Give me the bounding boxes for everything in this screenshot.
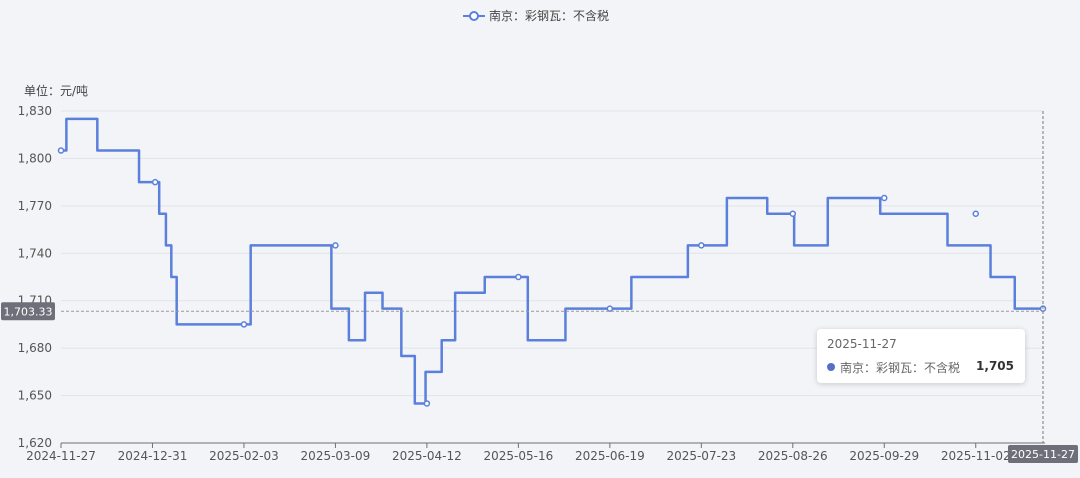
x-tick-label: 2025-04-12: [392, 449, 462, 463]
y-tick-label: 1,740: [18, 246, 52, 260]
x-tick-label: 2025-05-16: [483, 449, 553, 463]
line-chart: 南京：彩钢瓦：不含税 单位：元/吨 1,6201,6501,6801,7101,…: [1, 8, 1078, 463]
y-tick-label: 1,770: [18, 199, 52, 213]
series-point: [57, 147, 65, 154]
y-axis-unit-label: 单位：元/吨: [24, 83, 88, 98]
series-point: [881, 194, 888, 202]
legend-label: 南京：彩钢瓦：不含税: [489, 8, 609, 23]
y-tick-label: 1,800: [18, 151, 52, 165]
tooltip-series-name: 南京：彩钢瓦：不含税: [840, 361, 961, 375]
y-axis-ticks: 1,6201,6501,6801,7101,7401,7701,8001,830: [18, 104, 52, 450]
series-point: [151, 178, 159, 186]
tooltip-date: 2025-11-27: [827, 337, 897, 351]
y-tick-label: 1,620: [18, 436, 52, 450]
x-tick-label: 2024-12-31: [118, 449, 188, 463]
x-tick-label: 2025-06-19: [575, 449, 645, 463]
pointer-y-label: 1,703.33: [1, 302, 55, 321]
series-point: [606, 305, 614, 312]
series-point: [698, 242, 705, 249]
series-point: [240, 321, 248, 328]
pointer-x-label-text: 2025-11-27: [1011, 448, 1075, 461]
tooltip-value: 1,705: [976, 359, 1014, 373]
x-tick-label: 2025-07-23: [666, 449, 736, 463]
tooltip-series-dot-icon: [827, 363, 835, 371]
axis-pointer: 1,703.33 2025-11-27: [1, 111, 1078, 463]
series-point: [423, 400, 431, 407]
x-tick-label: 2024-11-27: [26, 449, 96, 463]
series-point: [972, 210, 979, 218]
x-tick-label: 2025-08-26: [758, 449, 828, 463]
tooltip: 2025-11-27 南京：彩钢瓦：不含税 1,705: [817, 329, 1025, 383]
series-point: [332, 242, 339, 249]
x-tick-label: 2025-11-02: [941, 449, 1011, 463]
series-point: [515, 273, 522, 281]
y-tick-label: 1,680: [18, 341, 52, 355]
x-tick-label: 2025-02-03: [209, 449, 279, 463]
x-tick-label: 2025-03-09: [301, 449, 371, 463]
legend[interactable]: 南京：彩钢瓦：不含税: [463, 8, 609, 23]
pointer-y-label-text: 1,703.33: [4, 305, 53, 318]
legend-marker-icon: [469, 11, 479, 21]
series-point: [789, 210, 797, 218]
y-tick-label: 1,650: [18, 389, 52, 403]
x-tick-label: 2025-09-29: [849, 449, 919, 463]
x-axis-ticks: 2024-11-27 2024-12-31 2025-02-03 2025-03-09…: [26, 443, 1011, 463]
pointer-x-label: 2025-11-27: [1008, 445, 1078, 463]
y-tick-label: 1,830: [18, 104, 52, 118]
